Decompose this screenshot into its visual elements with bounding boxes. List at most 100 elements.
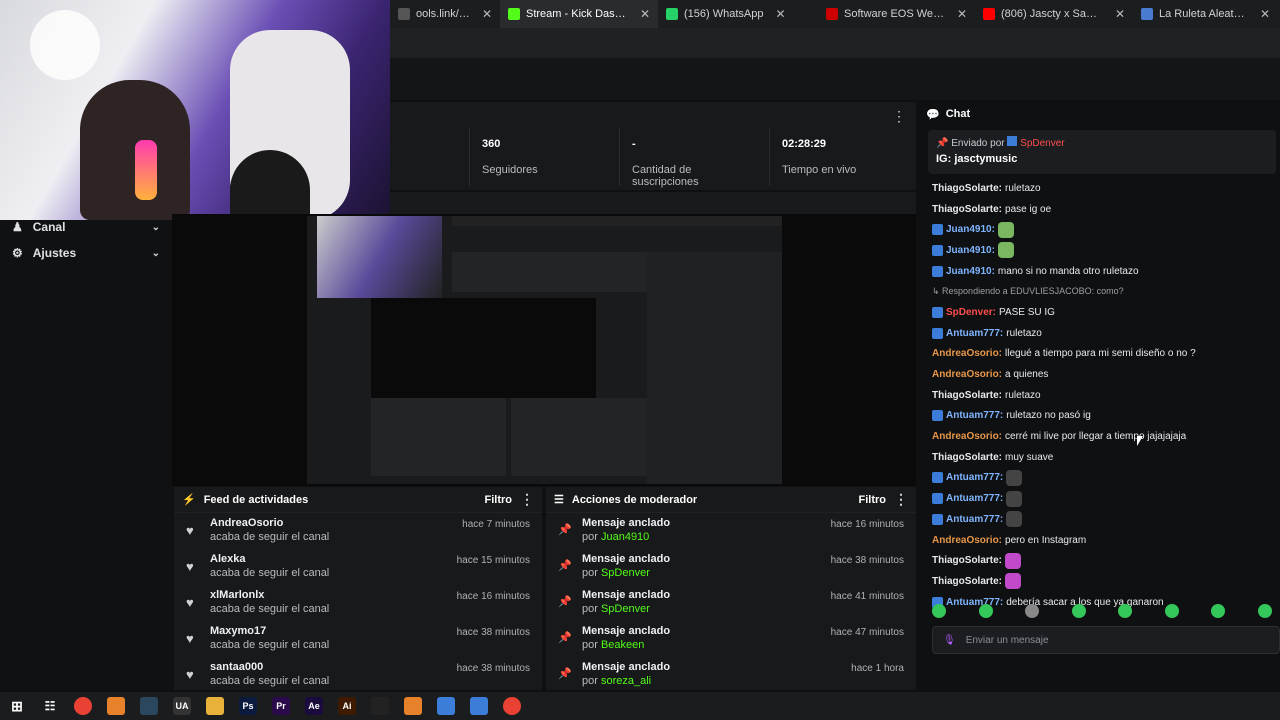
chat-username[interactable]: Antuam777: (946, 514, 1003, 525)
steam-icon[interactable] (140, 697, 158, 715)
pinned-message: 📌 Enviado por SpDenver IG: jasctymusic (928, 130, 1276, 174)
browser-tab[interactable]: ools.link/links/ableton-lin ✕ (390, 0, 500, 28)
more-options-icon[interactable]: ⋮ (520, 491, 534, 508)
chat-username[interactable]: SpDenver: (946, 307, 996, 318)
chrome-icon[interactable] (74, 697, 92, 715)
panel-title: Acciones de moderador (571, 493, 698, 506)
feed-username[interactable]: xlMarlonlx (210, 589, 457, 601)
chat-username[interactable]: Antuam777: (946, 328, 1003, 339)
premiere-icon[interactable]: Pr (272, 697, 290, 715)
illustrator-icon[interactable]: Ai (338, 697, 356, 715)
stat-cell: . (390, 128, 470, 186)
chat-username[interactable]: Antuam777: (946, 410, 1003, 421)
app-icon[interactable] (107, 697, 125, 715)
close-icon[interactable]: ✕ (1260, 7, 1270, 21)
chat-username[interactable]: Antuam777: (946, 472, 1003, 483)
taskview-icon[interactable]: ☷ (41, 697, 59, 715)
more-options-icon[interactable]: ⋮ (894, 491, 908, 508)
tab-label: (806) Jascty x SantaM - Por Que (1001, 8, 1103, 20)
chat-username[interactable]: Juan4910: (946, 266, 995, 277)
emote-icon[interactable] (1071, 604, 1086, 618)
more-options-icon[interactable]: ⋮ (892, 108, 906, 125)
browser-tab[interactable]: Stream - Kick Dashboard ✕ (500, 0, 658, 28)
sidebar-item-canal[interactable]: ♟ Canal ⌄ (0, 214, 172, 240)
mod-user[interactable]: SpDenver (601, 567, 650, 579)
chat-username[interactable]: ThiagoSolarte: (932, 555, 1002, 566)
feed-username[interactable]: Maxymo17 (210, 625, 457, 637)
chat-username[interactable]: Juan4910: (946, 224, 995, 235)
chat-text: pero en Instagram (1005, 534, 1087, 546)
chat-username[interactable]: Juan4910: (946, 245, 995, 256)
chat-username[interactable]: ThiagoSolarte: (932, 390, 1002, 401)
mod-row: 📌 Mensaje anclado por Beakeen hace 47 minut… (546, 621, 916, 657)
chat-username[interactable]: AndreaOsorio: (932, 348, 1002, 359)
chat-message: Antuam777: (932, 488, 1268, 509)
close-icon[interactable]: ✕ (482, 7, 492, 21)
windows-icon[interactable]: ⊞ (8, 697, 26, 715)
mod-row: 📌 Mensaje anclado por Juan4910 hace 16 minu… (546, 513, 916, 549)
stream-preview[interactable] (307, 216, 782, 484)
emote-icon[interactable] (932, 604, 946, 618)
aftereffects-icon[interactable]: Ae (305, 697, 323, 715)
app2-icon[interactable] (404, 697, 422, 715)
mod-time: hace 16 minutos (830, 519, 904, 530)
kick2-icon[interactable] (470, 697, 488, 715)
browser-tab[interactable]: (156) WhatsApp ✕ (658, 0, 818, 28)
emote-icon[interactable] (1164, 604, 1179, 618)
feed-username[interactable]: Alexka (210, 553, 457, 565)
chat-username[interactable]: ThiagoSolarte: (932, 452, 1002, 463)
chat-input-placeholder: Enviar un mensaje (965, 634, 1049, 646)
filter-button[interactable]: Filtro (859, 494, 887, 506)
tab-favicon-icon (508, 8, 520, 20)
browser-tab[interactable]: (806) Jascty x SantaM - Por Que ✕ (975, 0, 1133, 28)
close-icon[interactable]: ✕ (957, 7, 967, 21)
mod-action: Mensaje anclado (582, 625, 671, 637)
emote-icon[interactable] (1211, 604, 1226, 618)
emote-icon (1006, 511, 1023, 528)
chat-username[interactable]: AndreaOsorio: (932, 431, 1002, 442)
chat-message: Juan4910: (932, 240, 1268, 261)
browser-tab[interactable]: La Ruleta Aleatoria ✕ (1133, 0, 1278, 28)
chat-input[interactable]: 🎙 Enviar un mensaje (932, 626, 1280, 654)
chat-username[interactable]: Antuam777: (946, 493, 1003, 504)
chrome2-icon[interactable] (503, 697, 521, 715)
mod-row-content: Mensaje anclado por Beakeen (582, 625, 831, 657)
emote-icon[interactable] (978, 604, 993, 618)
chat-username[interactable]: ThiagoSolarte: (932, 183, 1002, 194)
close-icon[interactable]: ✕ (1115, 7, 1125, 21)
chat-username[interactable]: AndreaOsorio: (932, 369, 1002, 380)
shield-icon: ☰ (554, 494, 564, 506)
feed-username[interactable]: santaa000 (210, 661, 457, 673)
sidebar-item-ajustes[interactable]: ⚙ Ajustes ⌄ (0, 240, 172, 266)
filter-button[interactable]: Filtro (485, 494, 513, 506)
folder-icon[interactable] (206, 697, 224, 715)
photoshop-icon[interactable]: Ps (239, 697, 257, 715)
emote-icon[interactable] (1025, 604, 1040, 618)
close-icon[interactable]: ✕ (640, 7, 650, 21)
emote-icon[interactable] (1118, 604, 1133, 618)
ua-icon[interactable]: UA (173, 697, 191, 715)
obs-icon[interactable] (371, 697, 389, 715)
mod-action: Mensaje anclado (582, 553, 671, 565)
mod-user[interactable]: Beakeen (601, 639, 644, 651)
chat-username[interactable]: ThiagoSolarte: (932, 204, 1002, 215)
mod-user[interactable]: Juan4910 (601, 531, 649, 543)
kick-icon[interactable] (437, 697, 455, 715)
badge-icon (1007, 136, 1018, 146)
preview-stats (452, 252, 647, 292)
chat-message: Antuam777: (932, 468, 1268, 489)
pinned-by-user[interactable]: SpDenver (1020, 138, 1064, 149)
badge-icon (932, 244, 943, 256)
feed-username[interactable]: AndreaOsorio (210, 517, 462, 529)
browser-tab[interactable]: Software EOS Webcam Utility P ✕ (818, 0, 975, 28)
address-bar[interactable] (390, 28, 1280, 58)
mod-user[interactable]: SpDenver (601, 603, 650, 615)
chat-username[interactable]: ThiagoSolarte: (932, 576, 1002, 587)
mod-user[interactable]: soreza_ali (601, 675, 651, 687)
chat-username[interactable]: AndreaOsorio: (932, 535, 1002, 546)
mic-icon[interactable]: 🎙 (943, 635, 956, 646)
close-icon[interactable]: ✕ (775, 7, 785, 21)
activity-feed-panel: ⚡ Feed de actividades Filtro ⋮ ♥ AndreaOs… (174, 487, 542, 690)
emote-icon[interactable] (1257, 604, 1272, 618)
stats-grid: . 360 Seguidores - Cantidad de suscripci… (390, 128, 916, 188)
